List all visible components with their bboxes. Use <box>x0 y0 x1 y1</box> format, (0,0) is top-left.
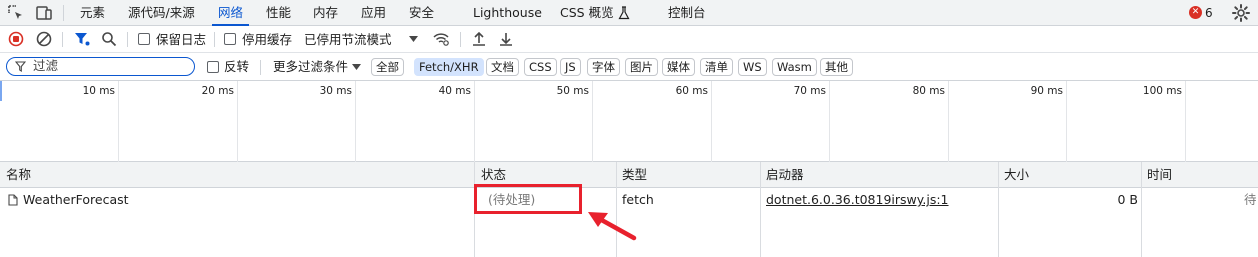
request-name[interactable]: WeatherForecast <box>23 188 129 212</box>
record-stop-icon[interactable] <box>7 30 25 48</box>
grid-line <box>237 81 238 162</box>
tick-label: 20 ms <box>201 85 234 97</box>
tab-divider <box>63 5 64 21</box>
column-header-size[interactable]: 大小 <box>1004 162 1029 188</box>
network-toolbar: 保留日志 停用缓存 已停用节流模式 <box>0 26 1258 53</box>
tick-label: 40 ms <box>438 85 471 97</box>
type-filter-css[interactable]: CSS <box>524 58 557 76</box>
table-row[interactable]: WeatherForecast (待处理) fetch dotnet.6.0.3… <box>0 188 1258 212</box>
disable-cache-label: 停用缓存 <box>242 32 293 47</box>
more-filters-dropdown[interactable]: 更多过滤条件 <box>273 53 348 81</box>
device-toolbar-icon[interactable] <box>34 3 54 23</box>
grid-line <box>355 81 356 162</box>
type-filter-img[interactable]: 图片 <box>625 58 658 76</box>
column-header-initiator[interactable]: 启动器 <box>766 162 804 188</box>
type-filter-fetch-xhr[interactable]: Fetch/XHR <box>414 58 484 76</box>
filter-divider <box>260 60 261 75</box>
toolbar-divider <box>460 32 461 47</box>
annotation-arrow-icon <box>588 212 637 241</box>
error-count[interactable]: 6 <box>1205 0 1213 26</box>
request-initiator-link[interactable]: dotnet.6.0.36.t0819irswy.js:1 <box>766 188 949 212</box>
request-type: fetch <box>622 192 654 207</box>
grid-line <box>1066 81 1067 162</box>
grid-line <box>474 81 475 162</box>
type-filter-doc[interactable]: 文档 <box>486 58 519 76</box>
type-filter-all[interactable]: 全部 <box>371 58 404 76</box>
tick-label: 90 ms <box>1030 85 1063 97</box>
request-size: 0 B <box>1117 192 1138 207</box>
document-file-icon <box>8 194 18 206</box>
type-filter-js[interactable]: JS <box>560 58 581 76</box>
grid-line <box>118 81 119 162</box>
clear-icon[interactable] <box>35 30 53 48</box>
disable-cache-checkbox[interactable] <box>224 33 236 45</box>
tick-label: 80 ms <box>912 85 945 97</box>
invert-label: 反转 <box>224 59 250 74</box>
grid-line <box>1185 81 1186 162</box>
import-har-upload-icon[interactable] <box>470 30 488 48</box>
grid-line <box>948 81 949 162</box>
grid-line <box>829 81 830 162</box>
tick-label: 60 ms <box>675 85 708 97</box>
network-overview-timeline[interactable]: 10 ms 20 ms 30 ms 40 ms 50 ms 60 ms 70 m… <box>0 81 1258 162</box>
tick-label: 70 ms <box>793 85 826 97</box>
column-header-time[interactable]: 时间 <box>1147 162 1172 188</box>
filter-bar: 过滤 反转 更多过滤条件 全部 Fetch/XHR 文档 CSS JS 字体 图… <box>0 53 1258 81</box>
toolbar-divider <box>214 32 215 47</box>
inspect-element-icon[interactable] <box>6 3 26 23</box>
tab-sources[interactable]: 源代码/来源 <box>128 0 195 26</box>
tab-lighthouse[interactable]: Lighthouse <box>473 0 542 26</box>
tab-elements[interactable]: 元素 <box>80 0 105 26</box>
toolbar-divider <box>127 32 128 47</box>
tab-css-overview[interactable]: CSS 概览 <box>560 0 630 26</box>
search-icon[interactable] <box>100 30 118 48</box>
type-filter-ws[interactable]: WS <box>738 58 767 76</box>
type-filter-wasm[interactable]: Wasm <box>772 58 817 76</box>
grid-line <box>711 81 712 162</box>
network-conditions-wifi-icon[interactable] <box>432 30 450 48</box>
request-time: 待 <box>1244 192 1257 207</box>
type-filter-font[interactable]: 字体 <box>587 58 620 76</box>
devtools-tab-bar: 元素 源代码/来源 网络 性能 内存 应用 安全 Lighthouse CSS … <box>0 0 1258 26</box>
column-header-name[interactable]: 名称 <box>6 162 31 188</box>
chevron-down-icon <box>352 64 361 70</box>
filter-placeholder: 过滤 <box>33 58 59 73</box>
tick-label: 10 ms <box>82 85 115 97</box>
preserve-log-checkbox[interactable] <box>138 33 150 45</box>
tab-application[interactable]: 应用 <box>361 0 386 26</box>
request-table-header: 名称 状态 类型 启动器 大小 时间 <box>0 162 1258 188</box>
export-har-download-icon[interactable] <box>497 30 515 48</box>
tab-memory[interactable]: 内存 <box>313 0 338 26</box>
tab-security[interactable]: 安全 <box>409 0 434 26</box>
tab-network[interactable]: 网络 <box>211 0 250 26</box>
type-filter-other[interactable]: 其他 <box>820 58 853 76</box>
type-filter-media[interactable]: 媒体 <box>662 58 695 76</box>
column-header-type[interactable]: 类型 <box>622 162 647 188</box>
tick-label: 30 ms <box>319 85 352 97</box>
toolbar-divider <box>62 32 63 47</box>
filter-funnel-icon[interactable] <box>73 30 91 48</box>
tick-label: 100 ms <box>1142 85 1182 97</box>
filter-input[interactable]: 过滤 <box>6 57 195 76</box>
throttling-select[interactable]: 已停用节流模式 <box>304 26 392 53</box>
annotation-highlight-box <box>474 184 582 214</box>
type-filter-manifest[interactable]: 清单 <box>700 58 733 76</box>
tab-css-overview-label: CSS 概览 <box>560 5 614 20</box>
tab-console[interactable]: 控制台 <box>668 0 706 26</box>
overview-left-handle[interactable] <box>0 81 2 101</box>
error-x-icon: ✕ <box>1189 6 1202 19</box>
tick-label: 50 ms <box>556 85 589 97</box>
filter-funnel-icon <box>15 61 26 72</box>
tab-performance[interactable]: 性能 <box>266 0 291 26</box>
invert-checkbox[interactable] <box>207 61 219 73</box>
chevron-down-icon <box>409 36 418 42</box>
grid-line <box>592 81 593 162</box>
experiment-flask-icon <box>618 6 630 20</box>
preserve-log-label: 保留日志 <box>156 32 207 47</box>
settings-gear-icon[interactable] <box>1231 3 1251 23</box>
